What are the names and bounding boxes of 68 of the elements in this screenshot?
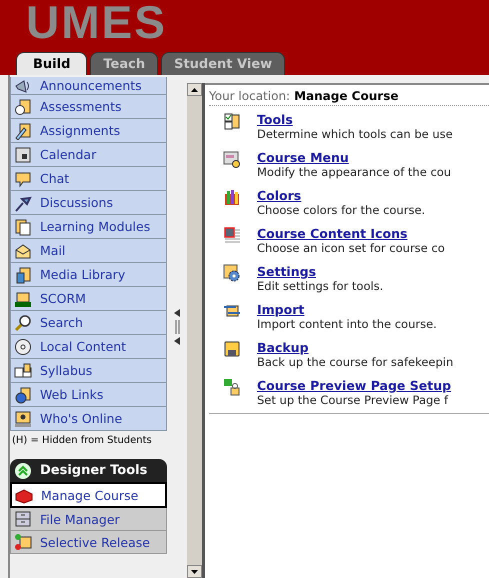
tool-item[interactable]: File Manager <box>10 508 167 531</box>
menu-item[interactable]: Web Links <box>10 383 167 407</box>
search-icon <box>14 314 32 332</box>
scroll-down-button[interactable] <box>187 565 202 578</box>
speech-bubble-icon <box>14 170 32 188</box>
envelope-icon <box>14 242 32 260</box>
designer-tools-header[interactable]: Designer Tools <box>10 459 167 482</box>
menu-item[interactable]: Search <box>10 311 167 335</box>
tool-description: Edit settings for tools. <box>257 279 384 293</box>
location-label: Your location: <box>209 89 290 103</box>
menu-item[interactable]: Assessments <box>10 95 167 119</box>
disc-icon <box>14 338 32 356</box>
collapse-handle-icon[interactable] <box>173 306 181 346</box>
monitor-person-icon <box>14 410 32 428</box>
tool-link[interactable]: Settings <box>257 264 384 279</box>
tool-link[interactable]: Course Content Icons <box>257 226 445 241</box>
pencil-document-icon <box>14 122 32 140</box>
menu-item[interactable]: SCORM <box>10 287 167 311</box>
framed-square-icon <box>223 226 241 244</box>
checklist-document-icon <box>223 112 241 130</box>
tool-item[interactable]: Selective Release <box>10 531 167 554</box>
tool-description: Choose an icon set for course co <box>257 241 445 255</box>
section-title: Designer Tools <box>40 463 148 478</box>
tab[interactable]: Student View <box>161 52 286 75</box>
globe-document-icon <box>14 386 32 404</box>
logo: UMES <box>26 0 168 44</box>
tab[interactable]: Teach <box>90 52 158 75</box>
menu-item[interactable]: Discussions <box>10 191 167 215</box>
hidden-note: (H) = Hidden from Students <box>11 434 153 447</box>
tool-link[interactable]: Backup <box>257 340 454 355</box>
crayons-icon <box>223 188 241 206</box>
menu-item[interactable]: Assignments <box>10 119 167 143</box>
open-book-icon <box>14 362 32 380</box>
tool-description: Back up the course for safekeepin <box>257 355 454 369</box>
gear-icon <box>223 264 241 282</box>
tool-description: Determine which tools can be use <box>257 127 453 141</box>
location-value: Manage Course <box>294 89 398 103</box>
calendar-icon <box>14 146 32 164</box>
tool-item[interactable]: Manage Course <box>10 482 167 508</box>
menu-item[interactable]: Local Content <box>10 335 167 359</box>
scrollbar[interactable] <box>187 83 205 578</box>
tool-description: Modify the appearance of the cou <box>257 165 452 179</box>
menu-item[interactable]: Announcements <box>10 77 167 95</box>
menu-item[interactable]: Who's Online <box>10 407 167 431</box>
menu-item[interactable]: Media Library <box>10 263 167 287</box>
tab[interactable]: Build <box>16 52 88 75</box>
menu-item[interactable]: Chat <box>10 167 167 191</box>
tool-description: Set up the Course Preview Page f <box>257 393 450 407</box>
up-arrow-icon <box>191 88 198 92</box>
down-arrow-icon <box>191 570 198 574</box>
tool-description: Choose colors for the course. <box>257 203 426 217</box>
media-document-icon <box>14 266 32 284</box>
collapse-chevron-icon <box>14 462 32 480</box>
cabinet-icon <box>14 510 32 528</box>
menu-item[interactable]: Mail <box>10 239 167 263</box>
tool-link[interactable]: Course Menu <box>257 150 452 165</box>
tool-link[interactable]: Course Preview Page Setup <box>257 378 452 393</box>
tool-link[interactable]: Colors <box>257 188 426 203</box>
window-pointer-icon <box>223 150 241 168</box>
menu-item[interactable]: Learning Modules <box>10 215 167 239</box>
tool-link[interactable]: Import <box>257 302 437 317</box>
tag-padlock-icon <box>223 378 241 396</box>
tool-description: Import content into the course. <box>257 317 437 331</box>
tool-link[interactable]: Tools <box>257 112 453 127</box>
menu-item[interactable]: Calendar <box>10 143 167 167</box>
documents-icon <box>14 218 32 236</box>
scroll-up-button[interactable] <box>187 83 202 96</box>
menu-item[interactable]: Syllabus <box>10 359 167 383</box>
